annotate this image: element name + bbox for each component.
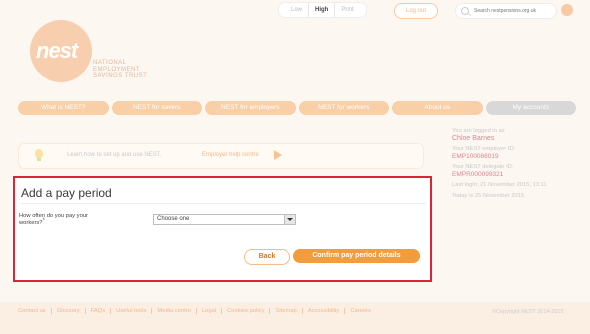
contrast-option-low[interactable]: Low	[285, 3, 310, 17]
footer-link-legal[interactable]: Legal	[197, 308, 223, 314]
lightbulb-icon	[35, 149, 43, 161]
help-banner: Learn how to set up and use NEST. Employ…	[18, 143, 424, 169]
footer-link-faqs[interactable]: FAQs	[86, 308, 112, 314]
logo-wordmark: nest	[36, 38, 78, 63]
footer-link-careers[interactable]: Careers	[345, 308, 376, 314]
help-centre-link[interactable]: Employer help centre	[202, 152, 259, 158]
footer-link-accessibility[interactable]: Accessibility	[303, 308, 346, 314]
footer-link-contact[interactable]: Contact us	[18, 308, 52, 314]
pay-frequency-label-line2: workers?	[19, 220, 43, 226]
user-name: Chloe Barnes	[452, 135, 495, 142]
page-title: Add a pay period	[21, 186, 112, 200]
pay-frequency-select[interactable]: Choose one	[153, 214, 296, 225]
delegate-id-label: Your NEST delegate ID:	[452, 164, 514, 170]
main-nav: What is NEST? NEST for savers NEST for e…	[18, 101, 576, 115]
search-box[interactable]	[455, 3, 557, 19]
nav-item-employers[interactable]: NEST for employers	[205, 101, 296, 115]
footer-links: Contact us Glossary FAQs Useful tools Me…	[18, 308, 376, 314]
divider	[19, 203, 426, 204]
logo-tagline: NATIONAL EMPLOYMENT SAVINGS TRUST	[93, 60, 147, 80]
logo-tagline-line: SAVINGS TRUST	[93, 73, 148, 79]
account-sidebar: You are logged in as Chloe Barnes Your N…	[452, 128, 582, 204]
contrast-switcher: Low High Print	[278, 2, 367, 18]
footer: Contact us Glossary FAQs Useful tools Me…	[0, 302, 590, 334]
help-icon[interactable]	[561, 4, 573, 16]
chevron-down-icon[interactable]	[284, 215, 295, 224]
page: Low High Print Log out nest NATIONAL EMP…	[0, 0, 590, 334]
search-icon	[461, 7, 469, 15]
pay-frequency-label-line1: How often do you pay your	[19, 213, 88, 219]
today-date: Today is 25 November 2015	[452, 193, 525, 199]
footer-link-sitemap[interactable]: Sitemap	[270, 308, 303, 314]
nav-item-what-is-nest[interactable]: What is NEST?	[18, 101, 109, 115]
footer-link-useful-tools[interactable]: Useful tools	[111, 308, 153, 314]
footer-link-cookies[interactable]: Cookies policy	[222, 308, 271, 314]
last-login: Last login: 21 November 2015, 13:11	[452, 182, 547, 188]
utility-bar: Low High Print	[278, 2, 367, 18]
copyright: ©Copyright NEST 2014-2015	[492, 309, 564, 315]
search-input[interactable]	[472, 7, 556, 15]
pay-frequency-label: How often do you pay your workers?*	[19, 213, 129, 227]
nav-item-savers[interactable]: NEST for savers	[111, 101, 202, 115]
nav-item-workers[interactable]: NEST for workers	[298, 101, 389, 115]
add-pay-period-panel: Add a pay period How often do you pay yo…	[13, 176, 432, 282]
arrow-right-icon[interactable]	[274, 150, 282, 160]
footer-link-media-centre[interactable]: Media centre	[152, 308, 197, 314]
pay-frequency-select-value: Choose one	[157, 216, 190, 222]
back-button[interactable]: Back	[244, 249, 290, 265]
nav-item-my-accounts[interactable]: My accounts	[485, 101, 576, 115]
footer-link-glossary[interactable]: Glossary	[52, 308, 86, 314]
help-banner-text: Learn how to set up and use NEST.	[67, 152, 162, 158]
logged-in-label: You are logged in as	[452, 128, 505, 134]
delegate-id: EMPR000099321	[452, 171, 504, 178]
nav-item-about-us[interactable]: About us	[392, 101, 483, 115]
contrast-option-print[interactable]: Print	[335, 3, 359, 17]
employer-id-label: Your NEST employer ID:	[452, 146, 516, 152]
contrast-option-high[interactable]: High	[309, 3, 336, 17]
confirm-pay-period-button[interactable]: Confirm pay period details	[293, 249, 420, 263]
employer-id: EMP100088019	[452, 153, 499, 160]
logout-button[interactable]: Log out	[394, 3, 438, 19]
required-marker: *	[42, 218, 45, 224]
